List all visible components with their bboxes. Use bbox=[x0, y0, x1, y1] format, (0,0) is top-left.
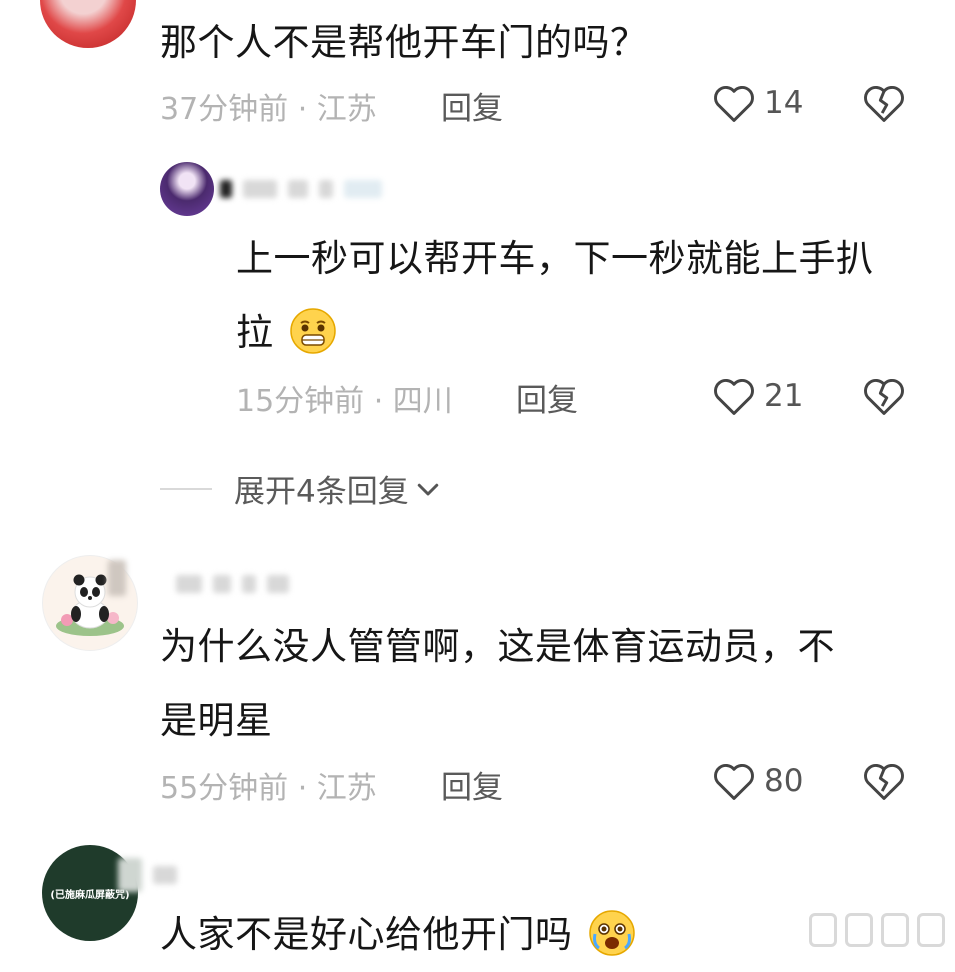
comment-text: 上一秒可以帮开车，下一秒就能上手扒 bbox=[236, 237, 874, 280]
comment-time-location: 55分钟前 · 江苏 bbox=[160, 771, 377, 806]
username-blurred bbox=[220, 178, 420, 206]
username-blurred bbox=[176, 573, 336, 601]
comment-text: 人家不是好心给他开门吗 bbox=[160, 898, 637, 972]
broken-heart-icon bbox=[864, 379, 904, 415]
broken-heart-icon bbox=[864, 86, 904, 122]
heart-outline-icon bbox=[714, 86, 754, 122]
comment-text: 那个人不是帮他开车门的吗？ bbox=[160, 21, 648, 64]
like-button[interactable]: 80 bbox=[712, 760, 803, 802]
like-count: 80 bbox=[764, 763, 804, 799]
reply-button[interactable]: 回复 bbox=[441, 83, 503, 128]
reply-button[interactable]: 回复 bbox=[441, 762, 503, 807]
username-blurred bbox=[118, 858, 238, 892]
watermark bbox=[809, 913, 945, 947]
avatar[interactable] bbox=[160, 162, 214, 216]
like-count: 21 bbox=[764, 378, 804, 414]
comment-text-line: 拉 bbox=[236, 311, 274, 354]
comment-text: 是明星 bbox=[160, 699, 273, 742]
comment-text: 拉 bbox=[236, 296, 338, 370]
comment-text-line: 人家不是好心给他开门吗 bbox=[160, 913, 573, 956]
chevron-down-icon bbox=[417, 483, 438, 495]
heart-outline-icon bbox=[714, 764, 754, 800]
comment-time-location: 37分钟前 · 江苏 bbox=[160, 92, 377, 127]
dislike-button[interactable] bbox=[862, 760, 906, 806]
comment-text: 为什么没人管管啊，这是体育运动员，不 bbox=[160, 625, 835, 668]
expand-replies-label: 展开4条回复 bbox=[234, 474, 409, 510]
dislike-button[interactable] bbox=[862, 82, 906, 128]
divider bbox=[160, 487, 212, 490]
expand-replies-button[interactable]: 展开4条回复 bbox=[160, 466, 443, 511]
heart-outline-icon bbox=[714, 379, 754, 415]
like-button[interactable]: 21 bbox=[712, 375, 803, 417]
like-count: 14 bbox=[764, 85, 804, 121]
broken-heart-icon bbox=[864, 764, 904, 800]
avatar[interactable] bbox=[40, 0, 136, 48]
crying-emoji-icon bbox=[589, 909, 635, 956]
reply-button[interactable]: 回复 bbox=[516, 375, 578, 420]
dislike-button[interactable] bbox=[862, 375, 906, 421]
like-button[interactable]: 14 bbox=[712, 82, 803, 124]
grimace-emoji-icon bbox=[290, 307, 336, 354]
comment-time-location: 15分钟前 · 四川 bbox=[236, 384, 453, 419]
